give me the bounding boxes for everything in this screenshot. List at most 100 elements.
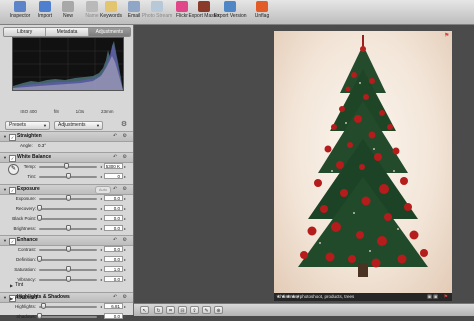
definition-slider-knob[interactable] (36, 256, 42, 262)
straighten-checkbox[interactable]: ✓ (9, 134, 16, 141)
presets-button[interactable]: Presets ▼ (5, 121, 50, 130)
disclosure-triangle-icon[interactable]: ▶ (10, 295, 13, 302)
decrement-icon[interactable]: ◂ (100, 205, 102, 212)
vibrancy-row: Vibrancy: ◂ 0.0 ▸ (0, 275, 133, 284)
flag-icon[interactable]: ⚑ (444, 32, 449, 39)
saturation-slider-knob[interactable] (65, 266, 71, 272)
disclosure-triangle-icon[interactable]: ▼ (3, 134, 7, 139)
vibrancy-value-field[interactable]: 0.0 (104, 276, 123, 282)
brush-tool-icon[interactable]: ✎ (202, 306, 211, 314)
decrement-icon[interactable]: ◂ (100, 195, 102, 202)
shadows-row: Shadows: ◂ 0.0 ▸ (0, 312, 133, 321)
disclosure-triangle-icon[interactable]: ▼ (3, 238, 7, 243)
section-options-icon[interactable]: ↶ ⚙ (113, 133, 129, 140)
brightness-slider-knob[interactable] (65, 225, 71, 231)
auto-exposure-button[interactable]: Auto (95, 186, 111, 194)
stamp-tool-icon[interactable]: ⊕ (214, 306, 223, 314)
gear-icon[interactable]: ⚙ (120, 121, 128, 129)
decrement-icon[interactable]: ◂ (100, 256, 102, 263)
decrement-icon[interactable]: ◂ (100, 303, 102, 310)
increment-icon[interactable]: ▸ (124, 276, 126, 283)
increment-icon[interactable]: ▸ (124, 303, 126, 310)
tint-value-field[interactable]: 0 (104, 173, 123, 179)
rotate-tool-icon[interactable]: ↻ (154, 306, 163, 314)
disclosure-triangle-icon[interactable]: ▼ (3, 155, 7, 160)
section-options-icon[interactable]: ↶ ⚙ (113, 154, 129, 161)
recovery-slider-track[interactable] (39, 208, 97, 210)
definition-value-field[interactable]: 0.0 (104, 256, 123, 262)
recovery-value-field[interactable]: 0.0 (104, 205, 123, 211)
increment-icon[interactable]: ▸ (124, 173, 126, 180)
shadows-label: Shadows: (16, 314, 36, 319)
increment-icon[interactable]: ▸ (124, 215, 126, 222)
straighten-tool-icon[interactable]: ⊟ (178, 306, 187, 314)
decrement-icon[interactable]: ◂ (100, 266, 102, 273)
decrement-icon[interactable]: ◂ (100, 163, 102, 170)
toolbar-button-export-version[interactable]: Export Version (214, 1, 247, 20)
flag-icon[interactable]: ⚑ (444, 294, 448, 300)
shutter-value: 1/3s (75, 109, 85, 114)
black-point-value-field[interactable]: 0.0 (104, 215, 123, 221)
exposure-checkbox[interactable]: ✓ (9, 187, 16, 194)
shadows-value-field[interactable]: 0.0 (104, 313, 123, 319)
decrement-icon[interactable]: ◂ (100, 225, 102, 232)
increment-icon[interactable]: ▸ (124, 205, 126, 212)
email-icon (128, 1, 140, 12)
increment-icon[interactable]: ▸ (124, 256, 126, 263)
definition-slider-track[interactable] (39, 259, 97, 261)
shadows-slider-track[interactable] (39, 316, 97, 318)
photo-christmas-tree[interactable] (274, 31, 452, 293)
pointer-tool-icon[interactable]: ↖ (140, 306, 149, 314)
definition-row: Definition: ◂ 0.0 ▸ (0, 255, 133, 264)
vibrancy-label: Vibrancy: (17, 277, 36, 282)
white-balance-checkbox[interactable]: ✓ (9, 155, 16, 162)
vibrancy-slider-knob[interactable] (65, 276, 71, 282)
tint-slider-knob[interactable] (65, 173, 71, 179)
angle-value[interactable]: 0.3° (38, 142, 46, 149)
contrast-value-field[interactable]: 0.0 (104, 246, 123, 252)
black-point-slider-track[interactable] (39, 218, 97, 220)
temp-slider-knob[interactable] (63, 163, 69, 169)
exposure-value-field[interactable]: 0.0 (104, 195, 123, 201)
recovery-slider-knob[interactable] (36, 205, 42, 211)
decrement-icon[interactable]: ◂ (100, 313, 102, 320)
contrast-slider-knob[interactable] (65, 246, 71, 252)
export-version-icon (224, 1, 236, 12)
crop-tool-icon[interactable]: ⌗ (166, 306, 175, 314)
highlights-value-field[interactable]: 6.81 (104, 303, 123, 309)
increment-icon[interactable]: ▸ (124, 163, 126, 170)
brightness-value-field[interactable]: 0.0 (104, 225, 123, 231)
decrement-icon[interactable]: ◂ (100, 276, 102, 283)
adjustments-menu-button[interactable]: Adjustments ▼ (54, 121, 103, 130)
exposure-slider-knob[interactable] (65, 195, 71, 201)
black-point-slider-knob[interactable] (36, 215, 42, 221)
decrement-icon[interactable]: ◂ (100, 246, 102, 253)
increment-icon[interactable]: ▸ (124, 195, 126, 202)
bottom-toolbar: ↖ ↻ ⌗ ⊟ ⇪ ✎ ⊕ (134, 303, 474, 316)
section-title: Exposure (17, 186, 40, 192)
black-point-label: Black Point: (12, 216, 36, 221)
shadows-slider-knob[interactable] (36, 313, 42, 319)
angle-row: Angle: 0.3° (0, 141, 133, 150)
section-options-icon[interactable]: ↶ ⚙ (113, 186, 129, 193)
lift-tool-icon[interactable]: ⇪ (190, 306, 199, 314)
section-options-icon[interactable]: ↶ ⚙ (113, 237, 129, 244)
highlights-slider-knob[interactable] (40, 303, 46, 309)
increment-icon[interactable]: ▸ (124, 225, 126, 232)
decrement-icon[interactable]: ◂ (100, 173, 102, 180)
tab-metadata[interactable]: Metadata (46, 28, 89, 36)
disclosure-triangle-icon[interactable]: ▼ (3, 187, 7, 192)
tab-adjustments[interactable]: Adjustments (88, 28, 130, 36)
tab-library[interactable]: Library (4, 28, 47, 36)
increment-icon[interactable]: ▸ (124, 246, 126, 253)
temp-value-field[interactable]: 5300 K (104, 163, 123, 169)
increment-icon[interactable]: ▸ (124, 313, 126, 320)
saturation-value-field[interactable]: 1.0 (104, 266, 123, 272)
toolbar: Inspector Import New Name Keywords Email Photo… (0, 0, 474, 25)
decrement-icon[interactable]: ◂ (100, 215, 102, 222)
increment-icon[interactable]: ▸ (124, 266, 126, 273)
toolbar-button-unflag[interactable]: Unflag (246, 1, 278, 20)
advanced-row[interactable]: ▶ Advanced (0, 294, 133, 303)
enhance-checkbox[interactable]: ✓ (9, 238, 16, 245)
highlights-slider-track[interactable] (39, 306, 97, 308)
